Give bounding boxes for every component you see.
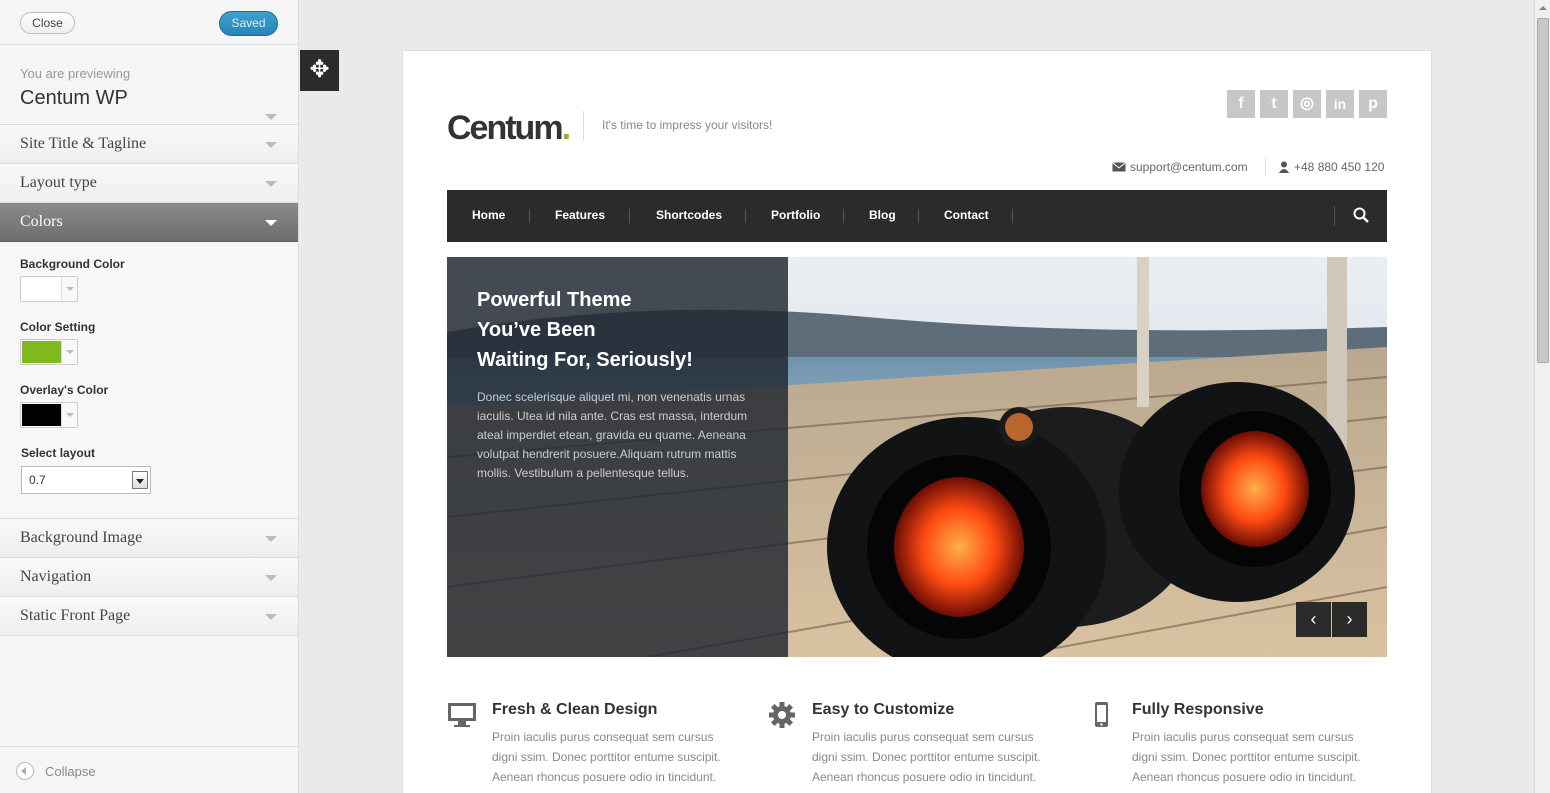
hero-slider: Powerful Theme You’ve Been Waiting For, … [447,257,1387,657]
search-icon[interactable] [1353,207,1369,223]
scroll-thumb[interactable] [1537,18,1549,363]
nav-item-shortcodes[interactable]: Shortcodes [656,208,722,222]
logo-dot: . [561,109,572,147]
pinterest-icon[interactable]: p [1359,90,1387,118]
section-site-title[interactable]: Site Title & Tagline [0,125,298,164]
logo-text: Centum [447,109,564,147]
background-color-picker[interactable] [20,276,78,302]
collapse-button[interactable]: Collapse [0,746,298,793]
chevron-down-icon [61,403,77,427]
chevron-down-icon [61,340,77,364]
section-label: Background Image [20,529,143,546]
site-logo[interactable]: Centum. [447,109,572,148]
color-swatch [22,341,62,363]
chevron-down-icon [265,536,277,542]
linkedin-icon[interactable]: in [1326,90,1354,118]
dropdown-arrow-icon[interactable] [132,471,148,489]
logo-divider [583,111,584,141]
color-swatch [22,278,62,300]
facebook-icon[interactable]: f [1227,90,1255,118]
color-setting-picker[interactable] [20,339,78,365]
feature-title: Fully Responsive [1132,701,1264,718]
select-layout-dropdown[interactable]: 0.7 [21,466,151,494]
divider [1265,158,1266,176]
color-swatch [22,404,62,426]
move-icon[interactable]: ✥ [300,50,339,91]
feature-title: Easy to Customize [812,701,955,718]
site-tagline: It's time to impress your visitors! [602,118,773,132]
theme-preview-info[interactable]: You are previewing Centum WP [0,45,298,125]
nav-divider [629,209,630,223]
slide-text: Donec scelerisque aliquet mi, non venena… [477,390,748,480]
chevron-down-icon [61,277,77,301]
section-layout-type[interactable]: Layout type [0,164,298,203]
colors-panel: Background Color Color Setting Overlay's… [0,242,298,519]
chevron-down-icon [265,614,277,620]
chevron-down-icon [265,142,277,148]
nav-item-home[interactable]: Home [472,208,505,222]
feature-text: Proin iaculis purus consequat sem cursus… [1132,730,1361,784]
select-layout-value: 0.7 [29,473,46,487]
chevron-down-icon [265,575,277,581]
slide-title: Powerful Theme You’ve Been Waiting For, … [477,285,767,375]
select-layout-label: Select layout [21,446,96,460]
nav-item-blog[interactable]: Blog [869,208,896,222]
collapse-label: Collapse [45,764,96,779]
slide-title-line: You’ve Been [477,319,596,341]
section-label: Colors [20,213,63,230]
nav-item-portfolio[interactable]: Portfolio [771,208,820,222]
saved-button[interactable]: Saved [219,11,278,36]
slide-caption-overlay: Powerful Theme You’ve Been Waiting For, … [447,257,788,657]
overlay-color-picker[interactable] [20,402,78,428]
nav-divider [1334,206,1335,226]
close-button[interactable]: Close [20,12,75,34]
customizer-sidebar: Close Saved You are previewing Centum WP… [0,0,299,793]
scroll-up-icon[interactable] [1535,0,1550,16]
overlay-color-label: Overlay's Color [20,383,109,397]
feature-title: Fresh & Clean Design [492,701,658,718]
gear-icon [769,702,795,728]
feature-text: Proin iaculis purus consequat sem cursus… [492,730,721,784]
slide-title-line: Powerful Theme [477,289,632,311]
monitor-icon [448,703,476,727]
section-background-image[interactable]: Background Image [0,519,298,558]
twitter-icon[interactable]: t [1260,90,1288,118]
nav-divider [843,209,844,223]
section-navigation[interactable]: Navigation [0,558,298,597]
feature-text: Proin iaculis purus consequat sem cursus… [812,730,1041,784]
smartphone-icon [1095,702,1108,727]
slider-prev-button[interactable]: ‹ [1296,602,1331,637]
collapse-arrow-icon [16,762,34,780]
theme-name: Centum WP [20,87,128,109]
section-label: Layout type [20,174,97,191]
nav-divider [529,209,530,223]
chevron-down-icon [265,181,277,187]
section-label: Navigation [20,568,92,585]
envelope-icon [1112,162,1126,172]
section-label: Static Front Page [20,607,131,624]
chevron-down-icon [265,114,277,120]
nav-item-features[interactable]: Features [555,208,605,222]
background-color-label: Background Color [20,257,125,271]
section-label: Site Title & Tagline [20,135,147,152]
sidebar-header: Close Saved [0,0,298,45]
scrollbar[interactable] [1534,0,1550,793]
contact-phone: +48 880 450 120 [1294,160,1385,174]
site-preview-page: Centum. It's time to impress your visito… [402,50,1432,793]
color-setting-label: Color Setting [20,320,96,334]
slide-title-line: Waiting For, Seriously! [477,349,693,371]
dribbble-icon[interactable]: ◎ [1293,90,1321,118]
section-colors[interactable]: Colors [0,203,298,242]
chevron-down-icon [265,220,277,226]
previewing-label: You are previewing [20,66,131,81]
nav-divider [745,209,746,223]
contact-email[interactable]: support@centum.com [1130,160,1248,174]
section-static-front-page[interactable]: Static Front Page [0,597,298,636]
nav-divider [1012,209,1013,223]
slider-next-button[interactable]: › [1332,602,1367,637]
user-icon [1279,161,1289,173]
nav-divider [918,209,919,223]
nav-item-contact[interactable]: Contact [944,208,989,222]
main-navigation: Home Features Shortcodes Portfolio Blog … [447,190,1387,242]
